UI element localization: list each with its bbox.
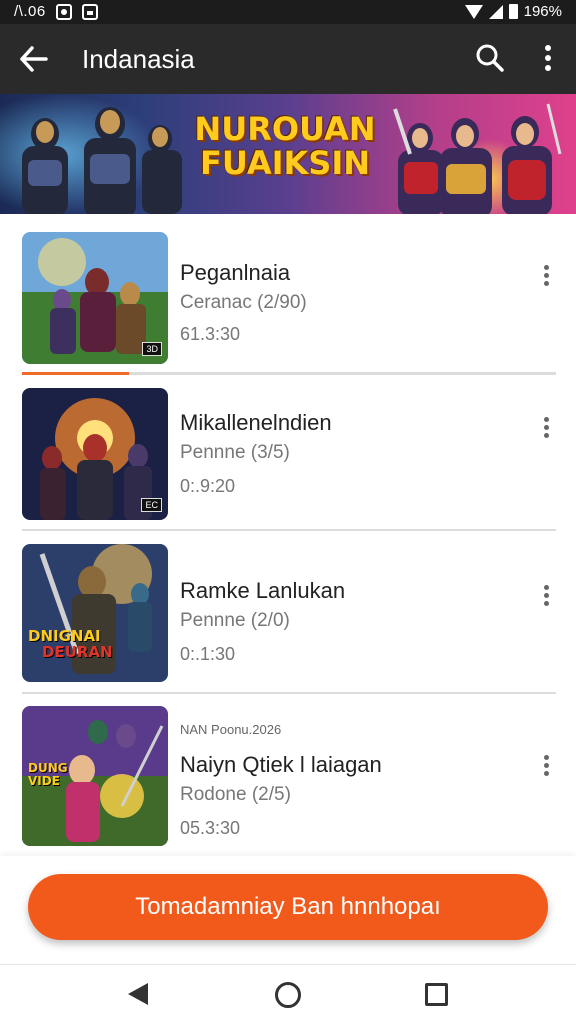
item-meta: 0:.9:20 <box>180 476 236 496</box>
camera-notification-icon <box>55 3 72 20</box>
nav-recent-icon[interactable] <box>425 983 448 1006</box>
thumbnail-text-1: DUNG VIDE <box>28 761 68 788</box>
thumbnail-title: DNIGNAI DEURAN <box>28 628 148 660</box>
more-vert-icon[interactable] <box>538 262 554 292</box>
wifi-icon <box>464 4 483 19</box>
page-title: Indanasia <box>82 44 195 74</box>
thumbnail-text-2: DEURAN <box>42 643 113 661</box>
item-meta: 05.3:30 <box>180 818 241 838</box>
banner-title: NUROUAN FUAIKSIN <box>190 112 380 180</box>
item-subtitle: Pennne (2/0) <box>180 610 290 631</box>
battery-level: 196% <box>523 3 562 20</box>
item-meta: 61.3:30 <box>180 324 241 344</box>
thumbnail-art <box>22 544 168 682</box>
signal-icon <box>488 4 503 19</box>
nav-home-icon[interactable] <box>275 982 301 1008</box>
thumbnail-text-1: DNIGNAI <box>28 627 101 645</box>
item-subtitle: Pennne (3/5) <box>180 442 290 463</box>
item-tag: NAN Poonu.2026 <box>180 722 282 737</box>
item-title: Naiyn Qtiek l laiagan <box>180 752 382 777</box>
item-meta: 0:.1:30 <box>180 644 236 664</box>
app-bar: Indanasia <box>0 24 576 94</box>
list-item[interactable]: 3D Peganlnaia Ceranac (2/90) 61.3:30 <box>0 214 576 364</box>
list-item[interactable]: EC Mikallenelndien Pennne (3/5) 0:.9:20 <box>0 374 576 524</box>
more-vert-icon[interactable] <box>538 42 558 74</box>
banner-title-line-1: NUROUAN <box>194 110 376 148</box>
list-item[interactable]: DUNG VIDE NAN Poonu.2026 Naiyn Qtiek l l… <box>0 692 576 846</box>
item-subtitle: Rodone (2/5) <box>180 784 291 805</box>
item-thumbnail: DUNG VIDE <box>22 706 168 846</box>
image-notification-icon <box>81 3 98 20</box>
more-vert-icon[interactable] <box>538 582 554 612</box>
battery-icon <box>508 4 518 19</box>
back-arrow-icon[interactable] <box>18 44 50 74</box>
hero-banner[interactable]: NUROUAN FUAIKSIN <box>0 94 576 214</box>
more-vert-icon[interactable] <box>538 752 554 782</box>
item-title: Peganlnaia <box>180 260 291 285</box>
nav-back-icon[interactable] <box>128 983 148 1005</box>
banner-title-line-2: FUAIKSIN <box>199 144 371 182</box>
item-title: Ramke Lanlukan <box>180 578 346 603</box>
search-icon[interactable] <box>474 42 506 74</box>
more-vert-icon[interactable] <box>538 414 554 444</box>
list-item[interactable]: DNIGNAI DEURAN Ramke Lanlukan Pennne (2/… <box>0 530 576 682</box>
status-time: /\.06 <box>14 3 46 20</box>
thumbnail-badge: EC <box>141 498 162 512</box>
item-thumbnail: 3D <box>22 232 168 364</box>
item-thumbnail: DNIGNAI DEURAN <box>22 544 168 682</box>
thumbnail-badge: 3D <box>142 342 162 356</box>
status-bar: /\.06 196% <box>0 0 576 24</box>
primary-action-button[interactable]: Tomadamniay Ban hnnhopaı <box>28 874 548 940</box>
cta-area: Tomadamniay Ban hnnhopaı <box>0 856 576 964</box>
item-subtitle: Ceranac (2/90) <box>180 292 307 313</box>
item-thumbnail: EC <box>22 388 168 520</box>
system-nav-bar <box>0 964 576 1024</box>
item-title: Mikallenelndien <box>180 410 332 435</box>
